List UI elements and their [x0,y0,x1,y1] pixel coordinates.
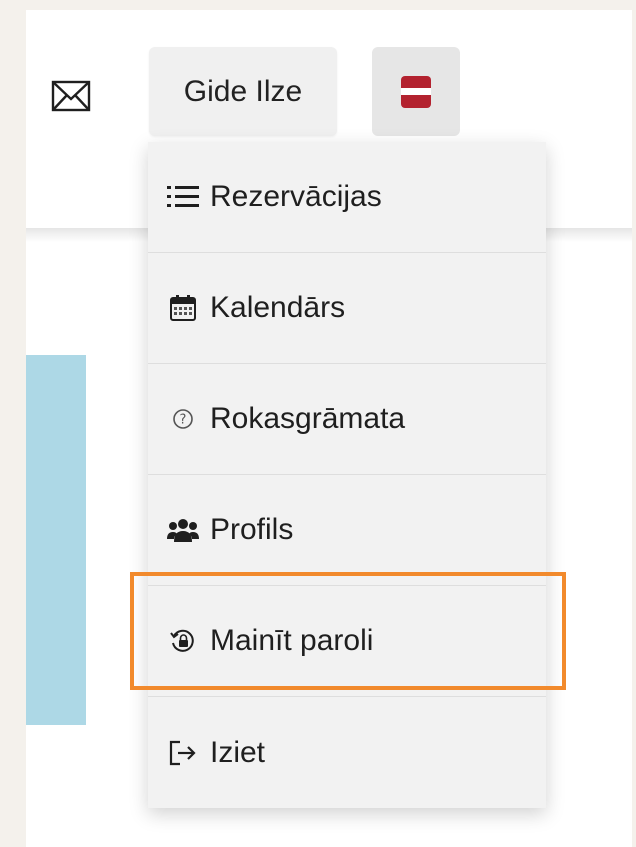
page: Gide Ilze Rezervācijas Kalendārs ? Rokas… [26,10,632,847]
content-panel [26,355,86,725]
envelope-icon[interactable] [51,78,91,114]
list-icon [166,180,200,214]
logout-icon [166,736,200,770]
menu-item-label: Rokasgrāmata [210,402,406,435]
menu-item-label: Profils [210,513,294,546]
menu-item-profils[interactable]: Profils [148,475,546,586]
users-icon [166,513,200,547]
menu-item-label: Iziet [210,735,266,769]
menu-item-kalendars[interactable]: Kalendārs [148,253,546,364]
menu-item-rezervacijas[interactable]: Rezervācijas [148,142,546,253]
menu-item-label: Rezervācijas [210,180,382,213]
menu-item-iziet[interactable]: Iziet [148,697,546,808]
user-name: Gide Ilze [183,74,303,108]
password-reset-icon [166,624,200,658]
user-dropdown-menu: Rezervācijas Kalendārs ? Rokasgrāmata Pr… [148,142,546,808]
menu-item-label: Kalendārs [210,291,346,324]
help-circle-icon: ? [166,402,200,436]
latvia-flag-icon [401,75,431,108]
calendar-icon [166,291,200,325]
language-button[interactable] [372,47,460,136]
menu-item-label: Mainīt paroli [210,624,374,657]
svg-text:?: ? [180,413,187,428]
user-menu-button[interactable]: Gide Ilze [149,47,337,136]
menu-item-rokasgramata[interactable]: ? Rokasgrāmata [148,364,546,475]
menu-item-mainit-paroli[interactable]: Mainīt paroli [148,586,546,697]
